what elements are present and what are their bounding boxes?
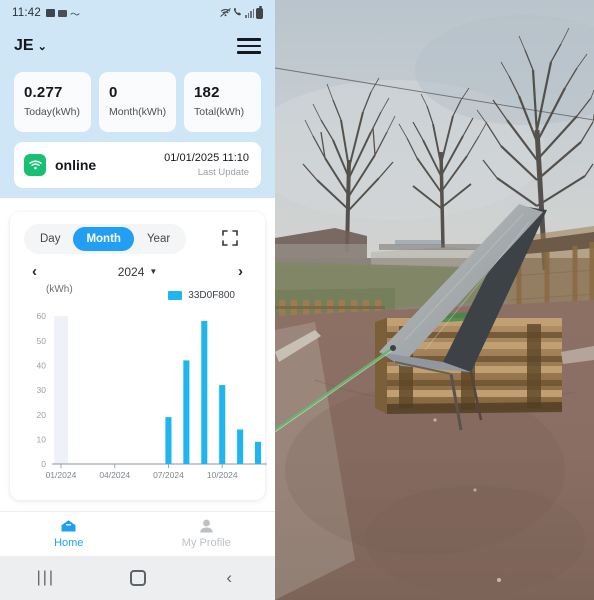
tab-my-profile[interactable]: My Profile	[138, 512, 276, 556]
bottom-tab-bar: Home My Profile	[0, 511, 275, 556]
chevron-down-icon: ▼	[149, 267, 158, 276]
tab-label: My Profile	[181, 537, 231, 549]
period-selector[interactable]: 2024 ▼	[118, 265, 158, 279]
svg-text:10/2024: 10/2024	[207, 470, 238, 480]
stat-label: Today(kWh)	[24, 106, 81, 118]
wifi-icon	[24, 154, 46, 176]
fullscreen-expand-icon[interactable]	[221, 229, 241, 249]
chevron-down-icon: ⌄	[37, 40, 47, 53]
range-tab-row: Day Month Year	[18, 222, 257, 254]
legend-swatch	[168, 291, 183, 300]
call-icon	[233, 7, 243, 19]
squiggle-icon: 〜	[69, 9, 80, 21]
tab-day[interactable]: Day	[27, 227, 73, 251]
recents-glyph: |||	[36, 569, 56, 586]
svg-text:01/2024: 01/2024	[46, 470, 77, 480]
svg-text:60: 60	[37, 311, 47, 321]
stat-label: Total(kWh)	[194, 106, 245, 118]
period-label: 2024	[117, 264, 145, 279]
battery-icon	[256, 5, 263, 19]
chart-legend[interactable]: 33D0F800	[168, 290, 235, 301]
last-update-timestamp: 01/01/2025 11:10	[164, 152, 249, 164]
svg-text:04/2024: 04/2024	[99, 470, 130, 480]
next-period-button[interactable]: ›	[232, 263, 249, 280]
stat-value: 0	[109, 84, 118, 101]
tab-month[interactable]: Month	[73, 227, 134, 251]
tab-label: Home	[54, 537, 84, 549]
last-update-caption: Last Update	[197, 167, 249, 178]
svg-text:0: 0	[41, 459, 46, 469]
status-bar-right-icons	[220, 5, 263, 19]
home-square-icon[interactable]	[92, 570, 184, 586]
y-axis-title: (kWh)	[46, 284, 73, 295]
recents-icon[interactable]: |||	[0, 569, 92, 587]
stat-card-today[interactable]: 0.277 Today(kWh)	[14, 72, 91, 132]
status-badge: online	[55, 157, 97, 173]
svg-text:30: 30	[37, 385, 47, 395]
prev-period-button[interactable]: ‹	[26, 263, 43, 280]
svg-text:20: 20	[37, 410, 47, 420]
person-icon	[199, 519, 214, 535]
last-update-group: 01/01/2025 11:10 Last Update	[164, 152, 249, 178]
legend-label: 33D0F800	[188, 290, 235, 301]
device-status-card[interactable]: online 01/01/2025 11:10 Last Update	[14, 142, 261, 188]
signal-bars-icon	[245, 8, 254, 18]
account-switcher[interactable]: JE ⌄	[14, 37, 47, 55]
wifi-off-icon	[220, 7, 231, 19]
stat-card-total[interactable]: 182 Total(kWh)	[184, 72, 261, 132]
stat-card-row: 0.277 Today(kWh) 0 Month(kWh) 182 Total(…	[0, 66, 275, 132]
hamburger-menu-icon[interactable]	[237, 38, 261, 54]
stat-label: Month(kWh)	[109, 106, 167, 118]
tab-year[interactable]: Year	[134, 227, 183, 251]
stat-value: 0.277	[24, 84, 63, 101]
app-bar: JE ⌄	[0, 26, 275, 66]
mail-icon	[57, 9, 67, 17]
status-bar: 11:42 〜	[0, 0, 275, 26]
home-glyph	[129, 570, 146, 586]
photo-canvas	[275, 0, 594, 600]
phone-app-pane: 11:42 〜 JE ⌄ 0.277 Today(kWh) 0 Month(kW…	[0, 0, 275, 600]
status-bar-clock: 11:42	[12, 7, 41, 19]
sim-card-icon	[45, 9, 55, 17]
range-segmented-control: Day Month Year	[24, 224, 187, 254]
back-chevron-icon[interactable]: ‹	[183, 568, 275, 588]
screenshot-root: 11:42 〜 JE ⌄ 0.277 Today(kWh) 0 Month(kW…	[0, 0, 594, 600]
back-glyph: ‹	[226, 568, 233, 587]
svg-text:07/2024: 07/2024	[153, 470, 184, 480]
tab-home[interactable]: Home	[0, 512, 138, 556]
android-nav-bar: ||| ‹	[0, 556, 275, 600]
solar-panel-photo	[275, 0, 594, 600]
home-icon	[60, 519, 77, 535]
brand-label: JE	[14, 37, 34, 54]
bar-chart[interactable]: 0 10 20 30 40 50 60 01/2024 04/2024 07/2024 10/202…	[18, 308, 267, 486]
svg-text:50: 50	[37, 336, 47, 346]
stat-value: 182	[194, 84, 220, 101]
stat-card-month[interactable]: 0 Month(kWh)	[99, 72, 176, 132]
period-nav-row: ‹ 2024 ▼ ›	[18, 254, 257, 282]
app-header: 11:42 〜 JE ⌄ 0.277 Today(kWh) 0 Month(kW…	[0, 0, 275, 198]
svg-text:40: 40	[37, 361, 47, 371]
chart-plot-area: (kWh) 33D0F800 0 10 20 30 40 50 60 01/2024 04/20…	[18, 284, 267, 486]
production-chart-card: Day Month Year ‹ 2024 ▼ › (kWh) 33D0F800…	[10, 212, 267, 500]
status-bar-left-icons: 〜	[45, 6, 80, 21]
svg-text:10: 10	[37, 435, 47, 445]
